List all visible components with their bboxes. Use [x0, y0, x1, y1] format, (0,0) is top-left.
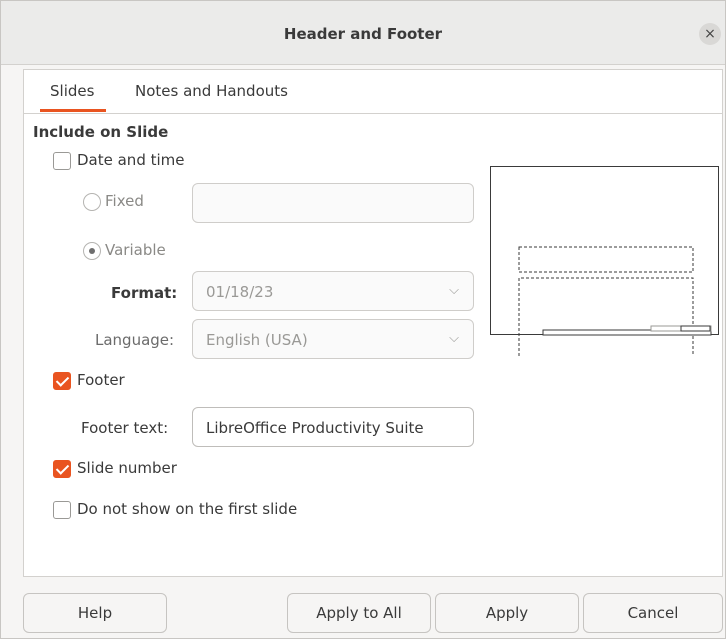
- format-value: 01/18/23: [206, 283, 274, 301]
- footer-label: Footer: [77, 371, 125, 389]
- apply-to-all-button[interactable]: Apply to All: [287, 593, 431, 633]
- variable-label: Variable: [105, 241, 166, 259]
- apply-button[interactable]: Apply: [435, 593, 579, 633]
- footer-text-input[interactable]: LibreOffice Productivity Suite: [192, 407, 474, 447]
- first-slide-label: Do not show on the first slide: [77, 500, 298, 518]
- section-heading: Include on Slide: [33, 123, 169, 141]
- fixed-label: Fixed: [105, 192, 144, 210]
- footer-text-value: LibreOffice Productivity Suite: [206, 419, 424, 437]
- first-slide-checkbox[interactable]: [53, 501, 71, 519]
- format-select[interactable]: 01/18/23 ⌵: [192, 271, 474, 311]
- fixed-date-input: [192, 183, 474, 223]
- cancel-button[interactable]: Cancel: [583, 593, 723, 633]
- format-label: Format:: [111, 284, 178, 302]
- preview-slide-number-field: [680, 325, 711, 332]
- slide-preview: [490, 166, 719, 356]
- chevron-down-icon: ⌵: [449, 283, 459, 298]
- tab-notes-and-handouts[interactable]: Notes and Handouts: [135, 82, 288, 100]
- slide-number-checkbox[interactable]: [53, 460, 71, 478]
- help-button[interactable]: Help: [23, 593, 167, 633]
- tab-panel: Slides Notes and Handouts Include on Sli…: [23, 69, 723, 577]
- close-icon[interactable]: ×: [699, 23, 721, 45]
- chevron-down-icon: ⌵: [449, 331, 459, 346]
- language-value: English (USA): [206, 331, 308, 349]
- variable-radio[interactable]: [83, 242, 101, 260]
- fixed-radio[interactable]: [83, 193, 101, 211]
- preview-slide-frame: [490, 166, 719, 335]
- slide-number-label: Slide number: [77, 459, 177, 477]
- header-footer-dialog: Header and Footer × Slides Notes and Han…: [0, 0, 726, 639]
- title-bar: Header and Footer ×: [1, 1, 725, 65]
- footer-checkbox[interactable]: [53, 372, 71, 390]
- date-time-checkbox[interactable]: [53, 152, 71, 170]
- tab-slides[interactable]: Slides: [39, 82, 107, 112]
- language-label: Language:: [95, 331, 175, 349]
- date-time-label: Date and time: [77, 151, 185, 169]
- language-select[interactable]: English (USA) ⌵: [192, 319, 474, 359]
- footer-text-label: Footer text:: [81, 419, 169, 437]
- tab-bar: Slides Notes and Handouts: [24, 70, 722, 114]
- dialog-title: Header and Footer: [283, 25, 443, 43]
